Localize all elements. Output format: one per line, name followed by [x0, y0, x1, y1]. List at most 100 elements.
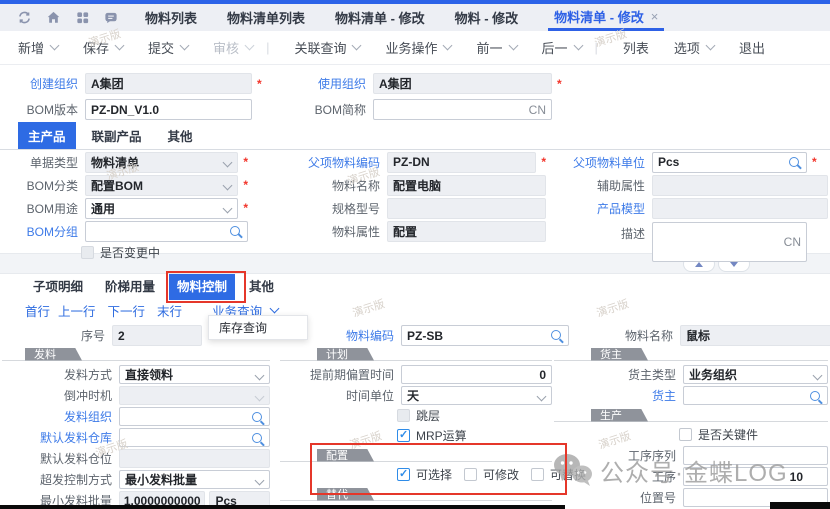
chevron-down-icon[interactable] — [255, 476, 265, 486]
tab-co-product[interactable]: 联副产品 — [82, 122, 152, 149]
search-icon[interactable] — [252, 412, 262, 422]
seq-value: 2 — [118, 329, 125, 343]
bom-category-select[interactable]: 配置BOM — [85, 175, 238, 196]
issue-org-row: 发料组织 — [2, 408, 270, 425]
previous-button[interactable]: 前一 — [476, 38, 516, 57]
lead-offset-input[interactable]: 0 — [401, 365, 552, 384]
tab-label: 物料清单 - 修改 — [554, 7, 644, 26]
description-textarea[interactable]: CN — [652, 222, 807, 262]
home-icon[interactable] — [45, 10, 61, 26]
tab-other-bottom[interactable]: 其他 — [241, 271, 282, 300]
material-name-field[interactable]: 配置电脑 — [387, 175, 546, 196]
parent-unit-lookup[interactable]: Pcs — [652, 152, 807, 173]
tab-bom-edit-1[interactable]: 物料清单 - 修改 — [335, 4, 425, 31]
create-org-field[interactable]: A集团 — [85, 73, 252, 94]
tab-ladder-usage[interactable]: 阶梯用量 — [97, 271, 163, 300]
grid-icon[interactable] — [74, 10, 90, 26]
chevron-down-icon[interactable] — [537, 392, 547, 402]
tab-bom-list[interactable]: 物料清单列表 — [227, 4, 305, 31]
tab-material-list[interactable]: 物料列表 — [145, 4, 197, 31]
menu-item-inventory-query[interactable]: 库存查询 — [219, 319, 267, 336]
selectable-checkbox[interactable]: ✓ — [397, 468, 410, 481]
op-sequence-input[interactable] — [683, 446, 828, 465]
tab-child-detail[interactable]: 子项明细 — [25, 271, 91, 300]
detail-material-name-field[interactable]: 鼠标 — [680, 325, 830, 346]
aux-attr-field[interactable] — [652, 175, 828, 196]
bottom-black-bar-right — [770, 502, 830, 509]
options-button[interactable]: 选项 — [674, 38, 714, 57]
aux-attr-label: 辅助属性 — [551, 177, 652, 194]
use-org-field[interactable]: A集团 — [373, 73, 552, 94]
tab-main-product[interactable]: 主产品 — [18, 122, 76, 149]
chevron-down-icon — [245, 41, 255, 51]
description-row: 描述 CN — [551, 222, 828, 262]
material-code-group: 物料编码 PZ-SB — [284, 325, 569, 346]
new-button[interactable]: 新增 — [18, 38, 58, 57]
over-issue-select[interactable]: 最小发料批量 — [119, 470, 270, 489]
skip-level-checkbox[interactable] — [397, 409, 410, 422]
chevron-down-icon[interactable] — [270, 303, 280, 313]
modifiable-checkbox[interactable] — [464, 468, 477, 481]
owner-type-select[interactable]: 业务组织 — [683, 365, 828, 384]
chevron-down-icon — [705, 41, 715, 51]
bom-usage-select[interactable]: 通用 — [85, 198, 238, 219]
prev-row-link[interactable]: 上一行 — [58, 301, 96, 320]
tab-material-edit[interactable]: 物料 - 修改 — [455, 4, 519, 31]
first-row-link[interactable]: 首行 — [25, 301, 50, 320]
product-model-row: 产品模型 — [551, 199, 828, 217]
next-button[interactable]: 后一 — [542, 38, 582, 57]
bom-version-input[interactable]: PZ-DN_V1.0 — [85, 99, 252, 120]
mrp-checkbox[interactable]: ✓ — [397, 429, 410, 442]
search-icon[interactable] — [789, 157, 799, 167]
mrp-label: MRP运算 — [416, 427, 467, 444]
time-unit-select[interactable]: 天 — [401, 386, 552, 405]
seq-field[interactable]: 2 — [112, 325, 202, 346]
chevron-down-icon[interactable] — [223, 157, 233, 167]
is-changing-checkbox[interactable] — [81, 246, 94, 259]
key-part-checkbox[interactable] — [679, 428, 692, 441]
material-code-value: PZ-SB — [407, 329, 443, 343]
issue-method-select[interactable]: 直接领料 — [119, 365, 270, 384]
chevron-down-icon[interactable] — [223, 180, 233, 190]
owner-type-label: 货主类型 — [554, 366, 683, 383]
chevron-down-icon[interactable] — [813, 371, 823, 381]
backflush-select[interactable] — [119, 386, 270, 405]
parent-code-field[interactable]: PZ-DN — [387, 152, 536, 173]
attr-field[interactable]: 配置 — [387, 221, 546, 242]
default-warehouse-lookup[interactable] — [119, 428, 270, 447]
sync-icon[interactable] — [16, 10, 32, 26]
bom-abbr-input[interactable]: CN — [373, 99, 552, 120]
next-row-link[interactable]: 下一行 — [108, 301, 146, 320]
material-code-lookup[interactable]: PZ-SB — [401, 325, 569, 346]
tab-other-top[interactable]: 其他 — [158, 122, 203, 149]
tab-material-control[interactable]: 物料控制 — [169, 271, 235, 300]
chevron-down-icon[interactable] — [223, 203, 233, 213]
close-icon[interactable]: × — [651, 9, 659, 24]
search-icon[interactable] — [230, 226, 240, 236]
config-section-row: 配置 — [280, 448, 552, 462]
chevron-down-icon[interactable] — [255, 371, 265, 381]
save-button[interactable]: 保存 — [83, 38, 123, 57]
submit-button[interactable]: 提交 — [148, 38, 188, 57]
owner-lookup[interactable] — [683, 386, 828, 405]
default-location-field[interactable] — [119, 449, 270, 468]
related-query-button[interactable]: 关联查询 — [294, 38, 360, 57]
doc-type-select[interactable]: 物料清单 — [85, 152, 238, 173]
exit-button[interactable]: 退出 — [739, 38, 765, 57]
business-operation-button[interactable]: 业务操作 — [385, 38, 451, 57]
tab-bom-edit-active[interactable]: 物料清单 - 修改 × — [548, 4, 664, 31]
search-icon[interactable] — [252, 433, 262, 443]
chat-icon[interactable] — [103, 10, 119, 26]
search-icon[interactable] — [810, 391, 820, 401]
bom-group-lookup[interactable] — [85, 221, 248, 242]
operation-input[interactable]: 10 — [683, 467, 828, 486]
spec-field[interactable] — [387, 198, 546, 219]
default-warehouse-row: 默认发料仓库 — [2, 429, 270, 446]
detail-material-name-value: 鼠标 — [686, 327, 710, 344]
replaceable-checkbox[interactable] — [531, 468, 544, 481]
last-row-link[interactable]: 末行 — [157, 301, 182, 320]
parent-code-value: PZ-DN — [393, 155, 430, 169]
issue-org-lookup[interactable] — [119, 407, 270, 426]
list-button[interactable]: 列表 — [623, 38, 649, 57]
product-model-field[interactable] — [652, 198, 828, 219]
